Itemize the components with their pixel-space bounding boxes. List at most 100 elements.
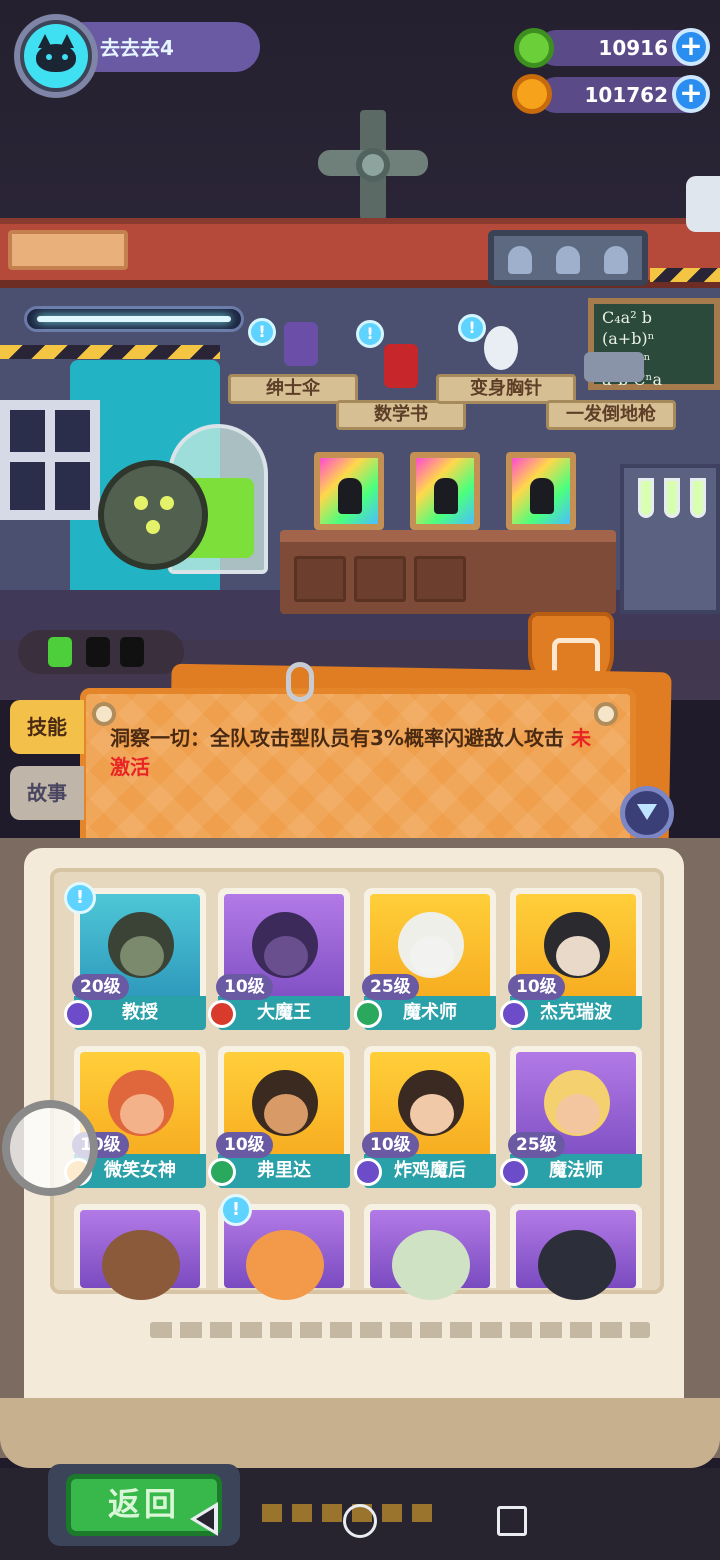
cat-eye — [46, 54, 52, 60]
side-drawer-tab[interactable] — [686, 176, 720, 232]
character-level: 25级 — [508, 1132, 565, 1158]
character-name: 弗里达 — [218, 1154, 350, 1188]
alert-bubble-icon: ! — [356, 320, 384, 348]
rank-icon — [500, 1158, 528, 1186]
test-tube — [664, 478, 680, 518]
hazard-stripe — [0, 345, 220, 359]
character-face — [556, 1094, 600, 1134]
alert-bubble-icon: ! — [220, 1194, 252, 1226]
alert-bubble-icon: ! — [458, 314, 486, 342]
character-card[interactable]: 教授 20级! — [64, 882, 206, 1030]
character-card-partial[interactable] — [510, 1204, 642, 1300]
character-hair — [392, 1230, 470, 1300]
ghost-icon — [508, 246, 532, 274]
desk-drawer — [414, 556, 466, 602]
chalkboard-line: C₄a² b — [602, 308, 652, 327]
character-hair — [102, 1230, 180, 1300]
character-card[interactable]: 炸鸡魔后 10级 — [354, 1046, 496, 1188]
battery-icon — [120, 637, 144, 667]
scene-item-label[interactable]: 数学书 — [336, 400, 466, 430]
page-footer-text — [150, 1322, 650, 1338]
filter-button[interactable] — [620, 786, 674, 840]
book-fold — [0, 1398, 720, 1468]
portrait-image — [320, 458, 378, 524]
alert-bubble-icon: ! — [64, 882, 96, 914]
robot-eye — [160, 496, 174, 510]
character-level: 10级 — [508, 974, 565, 1000]
floating-assist-button[interactable] — [2, 1100, 98, 1196]
hazard-stripe — [650, 268, 720, 282]
lab-window — [0, 400, 100, 520]
rank-icon — [64, 1000, 92, 1028]
character-portrait — [370, 1210, 490, 1300]
orange-planet-coin-icon — [512, 74, 552, 114]
test-tube — [638, 478, 654, 518]
character-face — [120, 936, 164, 976]
umbrella-icon[interactable] — [284, 322, 318, 366]
cat-icon — [36, 44, 76, 72]
desk-drawer — [294, 556, 346, 602]
character-hair — [246, 1230, 324, 1300]
character-card[interactable]: 魔法师 25级 — [500, 1046, 642, 1188]
character-portrait — [516, 1210, 636, 1300]
character-card-partial[interactable]: ! — [218, 1194, 350, 1300]
add-gems-button[interactable]: + — [672, 28, 710, 66]
scene-item-label[interactable]: 一发倒地枪 — [546, 400, 676, 430]
tab-story[interactable]: 故事 — [10, 766, 84, 820]
coin-count: 101762 — [584, 83, 669, 107]
ghost-sign — [488, 230, 648, 286]
portrait-image — [512, 458, 570, 524]
test-tube — [690, 478, 706, 518]
skill-description-text: 洞察一切：全队攻击型队员有3%概率闪避敌人攻击 — [110, 726, 564, 750]
character-name: 魔术师 — [364, 996, 496, 1030]
system-recent-apps-icon[interactable] — [497, 1506, 527, 1536]
paper-clip-icon — [286, 662, 314, 702]
pin-icon — [594, 702, 618, 726]
character-face — [410, 1094, 454, 1134]
professor-robot-character[interactable] — [98, 460, 208, 570]
character-portrait — [80, 1210, 200, 1300]
system-home-icon[interactable] — [343, 1504, 377, 1538]
add-coins-button[interactable]: + — [672, 75, 710, 113]
roof-panel — [8, 230, 128, 270]
battery-icon — [48, 637, 72, 667]
tab-skill[interactable]: 技能 — [10, 700, 84, 754]
neon-light — [24, 306, 244, 332]
character-level: 10级 — [362, 1132, 419, 1158]
character-level: 25级 — [362, 974, 419, 1000]
character-face — [264, 1094, 308, 1134]
skill-description: 洞察一切：全队攻击型队员有3%概率闪避敌人攻击 未激活 — [110, 724, 610, 782]
character-face — [556, 936, 600, 976]
portrait-frame[interactable] — [410, 452, 480, 530]
character-card[interactable]: 大魔王 10级 — [208, 888, 350, 1030]
character-card[interactable]: 魔术师 25级 — [354, 888, 496, 1030]
alert-bubble-icon: ! — [248, 318, 276, 346]
character-face — [120, 1094, 164, 1134]
skull-brooch-icon[interactable] — [484, 326, 518, 370]
gem-count: 10916 — [598, 36, 668, 60]
robot-eye — [146, 520, 160, 534]
character-face — [410, 936, 454, 976]
character-card[interactable]: 杰克瑞波 10级 — [500, 888, 642, 1030]
character-card-partial[interactable] — [74, 1204, 206, 1300]
rank-icon — [500, 1000, 528, 1028]
character-card[interactable]: 弗里达 10级 — [208, 1046, 350, 1188]
book-icon[interactable] — [384, 344, 418, 388]
character-name: 大魔王 — [218, 996, 350, 1030]
portrait-image — [416, 458, 474, 524]
ghost-icon — [556, 246, 580, 274]
character-level: 10级 — [216, 974, 273, 1000]
portrait-frame[interactable] — [314, 452, 384, 530]
player-name: 去去去4 — [100, 36, 174, 60]
gun-icon[interactable] — [584, 352, 644, 382]
fan-icon — [356, 148, 390, 182]
character-hair — [538, 1230, 616, 1300]
character-name: 魔法师 — [510, 1154, 642, 1188]
system-back-icon-inner — [196, 1508, 214, 1530]
character-card-partial[interactable] — [364, 1204, 496, 1300]
portrait-frame[interactable] — [506, 452, 576, 530]
battery-icon — [86, 637, 110, 667]
character-name: 杰克瑞波 — [510, 996, 642, 1030]
cat-eye — [62, 54, 68, 60]
pin-icon — [92, 702, 116, 726]
